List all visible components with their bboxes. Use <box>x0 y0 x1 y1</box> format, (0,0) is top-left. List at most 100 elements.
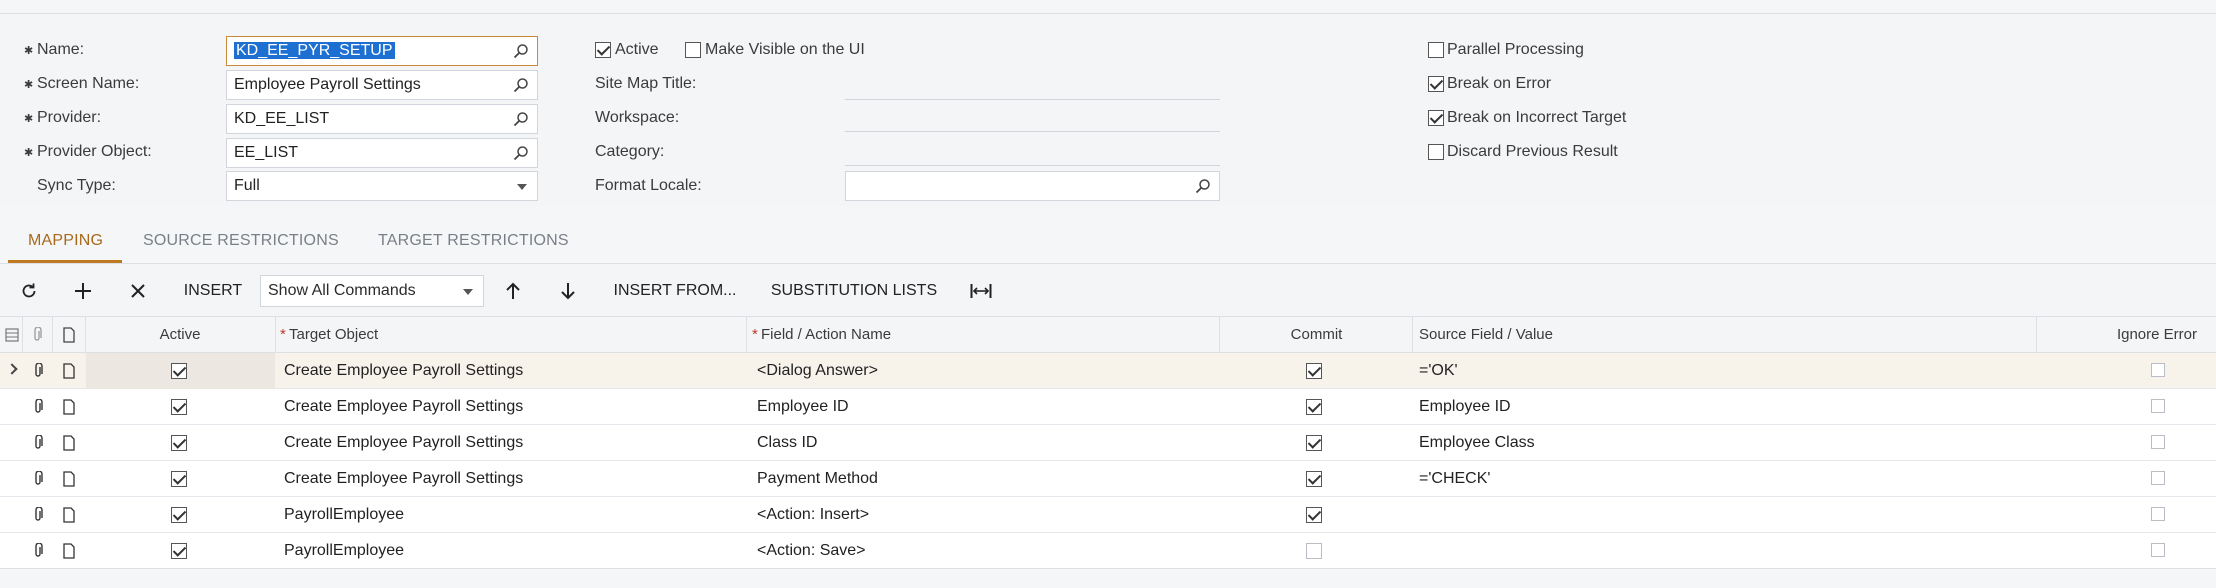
row-target-object[interactable]: Create Employee Payroll Settings <box>284 389 523 425</box>
row-active-checkbox[interactable] <box>171 363 187 379</box>
commands-filter-select[interactable]: Show All Commands <box>260 275 484 307</box>
search-icon[interactable] <box>1195 178 1211 194</box>
delete-row-button[interactable] <box>121 265 155 317</box>
make-visible-checkbox[interactable] <box>685 42 701 58</box>
note-icon[interactable] <box>63 507 75 528</box>
search-icon[interactable] <box>513 145 529 161</box>
tab-mapping[interactable]: MAPPING <box>28 232 103 250</box>
discard-previous-result-checkbox[interactable] <box>1428 144 1444 160</box>
row-ignore-error-checkbox[interactable] <box>2151 399 2165 413</box>
attachment-icon[interactable] <box>32 398 44 420</box>
break-on-error-label: Break on Error <box>1447 75 1552 92</box>
screen-name-field[interactable]: Employee Payroll Settings <box>226 70 538 100</box>
table-row[interactable]: Create Employee Payroll Settings <Dialog … <box>0 353 2216 389</box>
row-commit-checkbox[interactable] <box>1306 543 1322 559</box>
attachment-icon[interactable] <box>32 470 44 492</box>
row-ignore-error-checkbox[interactable] <box>2151 507 2165 521</box>
insert-from-button[interactable]: INSERT FROM... <box>606 265 744 317</box>
attachment-icon[interactable] <box>32 362 44 384</box>
fit-columns-button[interactable] <box>964 265 998 317</box>
tab-source-restrictions[interactable]: SOURCE RESTRICTIONS <box>143 232 339 250</box>
row-target-object[interactable]: Create Employee Payroll Settings <box>284 353 523 389</box>
sync-type-label: Sync Type: <box>37 177 116 194</box>
search-icon[interactable] <box>513 111 529 127</box>
format-locale-field[interactable] <box>845 171 1220 201</box>
row-commit-checkbox[interactable] <box>1306 507 1322 523</box>
break-on-incorrect-target-checkbox[interactable] <box>1428 110 1444 126</box>
row-field-action[interactable]: Employee ID <box>757 389 849 425</box>
chevron-down-icon <box>463 289 473 295</box>
search-icon[interactable] <box>513 77 529 93</box>
row-field-action[interactable]: <Action: Save> <box>757 533 866 569</box>
row-ignore-error-checkbox[interactable] <box>2151 363 2165 377</box>
name-field[interactable]: KD_EE_PYR_SETUP <box>226 36 538 66</box>
row-commit-checkbox[interactable] <box>1306 435 1322 451</box>
provider-object-field[interactable]: EE_LIST <box>226 138 538 168</box>
add-row-button[interactable] <box>66 265 100 317</box>
row-source-field[interactable]: ='OK' <box>1419 353 1458 389</box>
note-icon[interactable] <box>63 471 75 492</box>
active-checkbox[interactable] <box>595 42 611 58</box>
required-marker: ✱ <box>24 113 34 125</box>
row-active-checkbox[interactable] <box>171 435 187 451</box>
insert-button[interactable]: INSERT <box>176 265 250 317</box>
row-active-checkbox[interactable] <box>171 399 187 415</box>
arrow-down-icon <box>561 283 575 300</box>
table-row[interactable]: Create Employee Payroll Settings Employee… <box>0 389 2216 425</box>
tab-target-restrictions[interactable]: TARGET RESTRICTIONS <box>378 232 569 250</box>
note-icon[interactable] <box>63 435 75 456</box>
break-on-error-checkbox[interactable] <box>1428 76 1444 92</box>
row-target-object[interactable]: PayrollEmployee <box>284 497 404 533</box>
row-commit-checkbox[interactable] <box>1306 363 1322 379</box>
move-up-button[interactable] <box>496 265 530 317</box>
provider-field[interactable]: KD_EE_LIST <box>226 104 538 134</box>
row-source-field[interactable]: Employee ID <box>1419 389 1511 425</box>
note-icon[interactable] <box>63 543 75 564</box>
row-target-object[interactable]: PayrollEmployee <box>284 533 404 569</box>
row-field-action[interactable]: <Dialog Answer> <box>757 353 878 389</box>
row-source-field[interactable]: Employee Class <box>1419 425 1535 461</box>
row-commit-checkbox[interactable] <box>1306 471 1322 487</box>
row-active-checkbox[interactable] <box>171 543 187 559</box>
name-label: Name: <box>37 41 85 58</box>
site-map-title-field[interactable] <box>845 99 1220 100</box>
row-source-field[interactable]: ='CHECK' <box>1419 461 1490 497</box>
row-active-checkbox[interactable] <box>171 507 187 523</box>
col-header-ignore-error[interactable]: Ignore Error <box>2037 317 2197 353</box>
provider-object-value: EE_LIST <box>234 144 299 161</box>
col-header-active[interactable]: Active <box>86 317 274 353</box>
table-row[interactable]: PayrollEmployee <Action: Insert> <box>0 497 2216 533</box>
move-down-button[interactable] <box>551 265 585 317</box>
table-row[interactable]: Create Employee Payroll Settings Class ID… <box>0 425 2216 461</box>
attachment-icon[interactable] <box>32 506 44 528</box>
arrow-up-icon <box>506 282 520 299</box>
col-header-source-field[interactable]: Source Field / Value <box>1419 317 1553 353</box>
attachment-icon[interactable] <box>32 434 44 456</box>
col-header-commit[interactable]: Commit <box>1220 317 1413 353</box>
row-target-object[interactable]: Create Employee Payroll Settings <box>284 425 523 461</box>
row-field-action[interactable]: Payment Method <box>757 461 878 497</box>
workspace-field[interactable] <box>845 131 1220 132</box>
search-icon[interactable] <box>513 43 529 59</box>
note-icon[interactable] <box>63 399 75 420</box>
parallel-processing-label: Parallel Processing <box>1447 41 1584 58</box>
attachment-icon[interactable] <box>32 542 44 564</box>
col-header-target-object[interactable]: Target Object <box>289 317 378 353</box>
category-field[interactable] <box>845 165 1220 166</box>
table-row[interactable]: PayrollEmployee <Action: Save> <box>0 533 2216 569</box>
row-field-action[interactable]: <Action: Insert> <box>757 497 869 533</box>
row-target-object[interactable]: Create Employee Payroll Settings <box>284 461 523 497</box>
row-active-checkbox[interactable] <box>171 471 187 487</box>
refresh-button[interactable] <box>12 265 46 317</box>
table-row[interactable]: Create Employee Payroll Settings Payment … <box>0 461 2216 497</box>
substitution-lists-button[interactable]: SUBSTITUTION LISTS <box>764 265 944 317</box>
sync-type-select[interactable]: Full <box>226 171 538 201</box>
row-field-action[interactable]: Class ID <box>757 425 817 461</box>
row-ignore-error-checkbox[interactable] <box>2151 435 2165 449</box>
row-ignore-error-checkbox[interactable] <box>2151 543 2165 557</box>
row-commit-checkbox[interactable] <box>1306 399 1322 415</box>
note-icon[interactable] <box>63 363 75 384</box>
row-ignore-error-checkbox[interactable] <box>2151 471 2165 485</box>
parallel-processing-checkbox[interactable] <box>1428 42 1444 58</box>
col-header-field-action[interactable]: Field / Action Name <box>761 317 891 353</box>
